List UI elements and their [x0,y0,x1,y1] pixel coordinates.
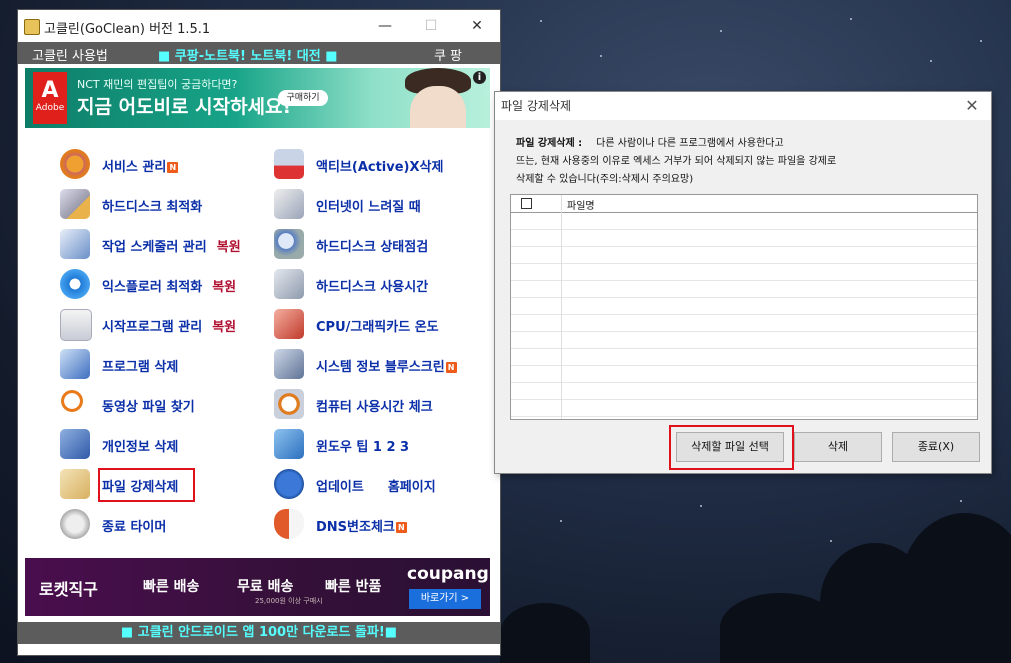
file-delete-icon [60,469,90,499]
dialog-description-line1: 파일 강제삭제 : 다른 사람이나 다른 프로그램에서 사용한다고 [516,138,784,149]
shield-icon [274,509,304,539]
activex-icon [274,149,304,179]
menu-coupang-banner[interactable]: ■ 쿠팡-노트북! 노트북! 대전 ■ [158,45,338,64]
select-all-checkbox[interactable] [521,198,532,209]
coupang-logo: coupang [407,564,489,584]
delete-button[interactable]: 삭제 [794,432,882,462]
computer-icon [274,349,304,379]
coupang-ad-banner[interactable]: 로켓직구 빠른 배송 무료 배송 빠른 반품 25,000원 이상 구매시 co… [25,558,490,616]
ad-free-delivery: 무료 배송 [237,579,294,595]
tip-icon [274,429,304,459]
document-icon [60,309,92,341]
ad-go-button[interactable]: 바로가기 > [409,589,481,609]
highlight-select-file [669,425,794,470]
ad-line1: NCT 재민의 편집팁이 궁금하다면? [77,78,238,91]
exit-button[interactable]: 종료(X) [892,432,980,462]
hdd-clock-icon [274,269,304,299]
magnifier-icon [60,389,90,419]
restore-link[interactable]: 복원 [212,280,236,295]
dialog-title: 파일 강제삭제 [501,99,572,113]
app-icon [24,19,40,35]
gear-icon [60,149,90,179]
highlight-force-delete [98,468,195,502]
sleep-icon [60,509,90,539]
force-delete-dialog: 파일 강제삭제 ✕ 파일 강제삭제 : 다른 사람이나 다른 프로그램에서 사용한… [495,92,991,473]
ad-line2: 지금 어도비로 시작하세요! [77,96,292,118]
dialog-title-bar: 파일 강제삭제 ✕ [495,92,991,120]
restore-link[interactable]: 복원 [212,320,236,335]
new-badge: N [445,362,457,373]
maximize-button[interactable]: ☐ [408,10,454,42]
menu-bar: 고클린 사용법 ■ 쿠팡-노트북! 노트북! 대전 ■ 쿠 팡 [18,42,500,64]
goclean-main-window: 고클린(GoClean) 버전 1.5.1 — ☐ ✕ 고클린 사용법 ■ 쿠팡… [18,10,500,655]
ad-person-image [410,86,466,128]
minimize-button[interactable]: — [362,10,408,42]
title-bar: 고클린(GoClean) 버전 1.5.1 — ☐ ✕ [18,10,500,42]
column-filename[interactable]: 파일명 [567,197,595,212]
adobe-logo: A Adobe [33,72,67,124]
privacy-icon [60,429,90,459]
clock-icon [274,389,304,419]
adobe-ad-banner[interactable]: A Adobe NCT 재민의 편집팁이 궁금하다면? 지금 어도비로 시작하세요… [25,68,490,128]
new-badge: N [395,522,407,533]
dialog-description-line3: 삭제할 수 있습니다(주의:삭제시 주의요망) [516,174,694,185]
ad-buy-button[interactable]: 구매하기 [278,90,328,106]
dialog-description-line2: 뜨는, 현재 사용중의 이유로 엑세스 거부가 되어 삭제되지 않는 파일을 강… [516,156,837,167]
checklist-icon [60,349,90,379]
scheduler-icon [60,229,90,259]
document-arrow-icon [274,189,304,219]
hdd-search-icon [274,229,304,259]
internet-explorer-icon [60,269,90,299]
ad-fast-return: 빠른 반품 [325,579,382,595]
ad-sub: 25,000원 이상 구매시 [255,597,323,605]
info-icon[interactable]: i [473,71,486,84]
close-button[interactable]: ✕ [454,10,500,42]
file-list-header: 파일명 [511,195,977,213]
file-list[interactable]: 파일명 [510,194,978,420]
new-badge: N [167,162,179,173]
ad-rocket: 로켓직구 [39,580,98,599]
menu-coupang[interactable]: 쿠 팡 [434,45,462,64]
ad-fast-delivery: 빠른 배송 [143,579,200,595]
update-icon [274,469,304,499]
thermometer-icon [274,309,304,339]
hdd-wrench-icon [60,189,90,219]
restore-link[interactable]: 복원 [217,240,241,255]
dialog-close-button[interactable]: ✕ [955,92,989,120]
bottom-banner[interactable]: ■ 고클린 안드로이드 앱 100만 다운로드 돌파!■ [18,622,500,644]
menu-usage[interactable]: 고클린 사용법 [32,45,108,64]
window-title: 고클린(GoClean) 버전 1.5.1 [44,22,211,37]
homepage-link[interactable]: 홈페이지 [388,480,436,495]
